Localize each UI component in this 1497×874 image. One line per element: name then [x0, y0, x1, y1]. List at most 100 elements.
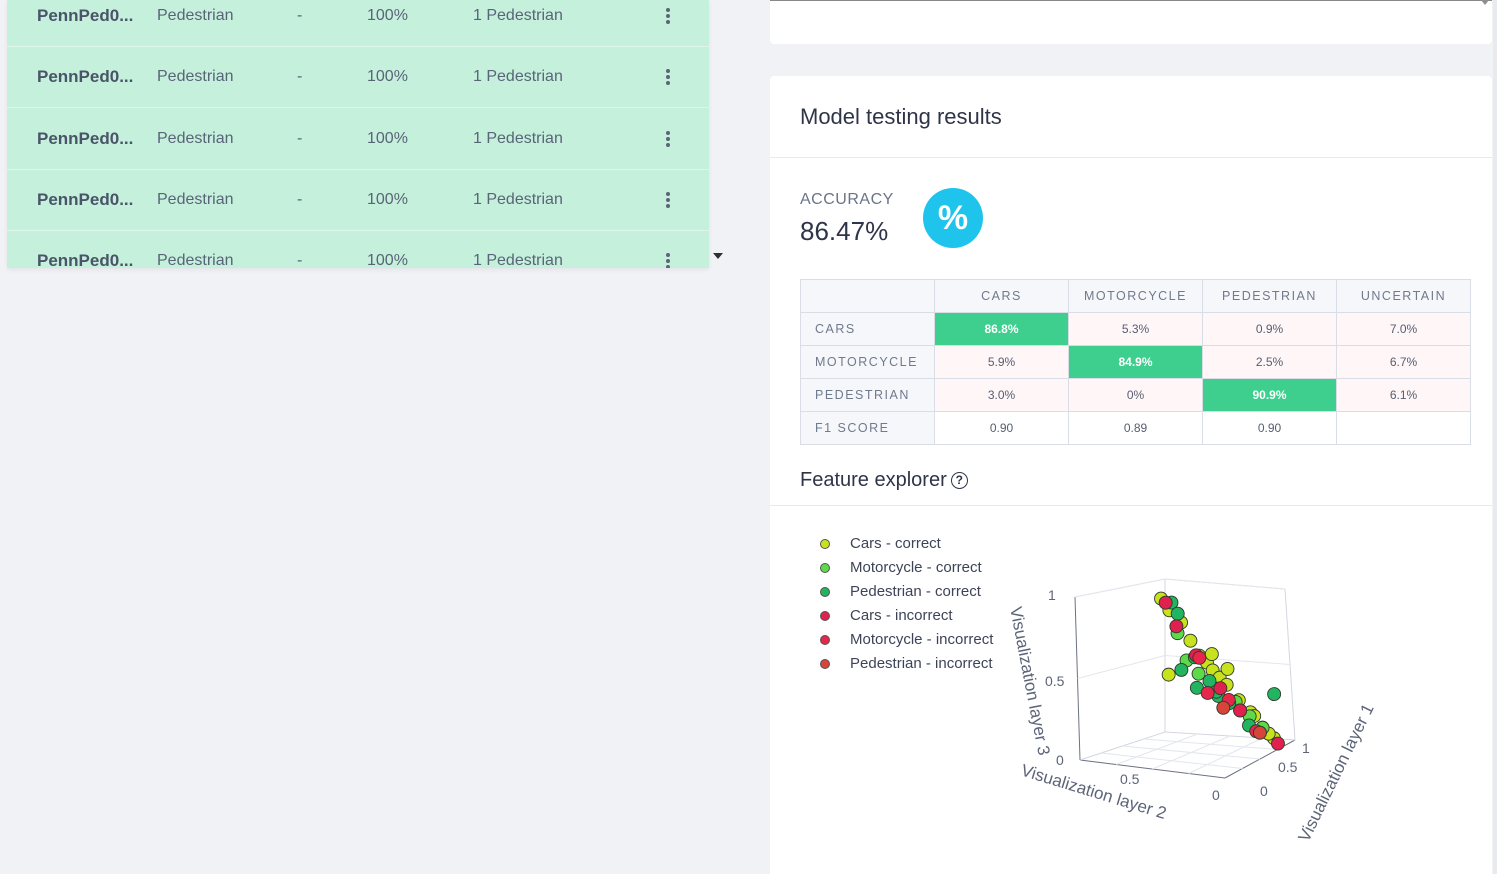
- matrix-row-header: MOTORCYCLE: [800, 345, 935, 379]
- scatter-point[interactable]: [1170, 606, 1185, 621]
- scatter-point[interactable]: [1252, 725, 1267, 740]
- matrix-cell: 5.3%: [1068, 312, 1203, 346]
- percent-icon: %: [923, 188, 983, 248]
- table-row[interactable]: PennPed0... Pedestrian - 100% 1 Pedestrian: [7, 230, 709, 268]
- sample-label: Pedestrian: [157, 7, 234, 24]
- sample-metadata: -: [297, 190, 303, 208]
- grid-line: [1122, 745, 1261, 760]
- matrix-cell: 5.9%: [934, 345, 1069, 379]
- divider: [770, 157, 1492, 158]
- matrix-cell: 3.0%: [934, 378, 1069, 412]
- sample-accuracy: 100%: [367, 252, 408, 268]
- legend-item[interactable]: Cars - correct: [820, 534, 993, 558]
- matrix-cell: 86.8%: [934, 312, 1069, 346]
- table-row[interactable]: PennPed0... Pedestrian - 100% 1 Pedestrian: [7, 169, 709, 231]
- legend-marker-icon: [820, 539, 830, 549]
- row-menu-icon[interactable]: [663, 230, 673, 268]
- sample-metadata: -: [297, 68, 303, 86]
- matrix-row-header: CARS: [800, 312, 935, 346]
- matrix-cell: 0.9%: [1202, 312, 1337, 346]
- sample-name: PennPed0...: [37, 251, 134, 268]
- matrix-col-header: UNCERTAIN: [1336, 279, 1471, 313]
- page-scrollbar[interactable]: [1493, 0, 1497, 874]
- matrix-cell: 0%: [1068, 378, 1203, 412]
- scatter-point[interactable]: [1216, 700, 1231, 715]
- legend-label: Cars - correct: [850, 535, 941, 552]
- accuracy-label: ACCURACY: [800, 191, 894, 208]
- matrix-cell: 84.9%: [1068, 345, 1203, 379]
- sample-result: 1 Pedestrian: [473, 252, 563, 268]
- scatter-point[interactable]: [1270, 736, 1285, 751]
- matrix-cell: 2.5%: [1202, 345, 1337, 379]
- sample-name: PennPed0...: [37, 189, 134, 209]
- sample-result: 1 Pedestrian: [473, 68, 563, 86]
- x-axis-title: Visualization layer 1: [1295, 701, 1378, 845]
- matrix-col-header: MOTORCYCLE: [1068, 279, 1203, 313]
- matrix-cell: 6.1%: [1336, 378, 1471, 412]
- f1-row-header: F1 SCORE: [800, 411, 935, 445]
- table-row[interactable]: PennPed0... Pedestrian - 100% 1 Pedestrian: [7, 0, 709, 47]
- sample-result: 1 Pedestrian: [473, 129, 563, 147]
- help-icon[interactable]: ?: [950, 472, 968, 489]
- scatter-point[interactable]: [1169, 619, 1184, 634]
- confusion-matrix: CARS MOTORCYCLE PEDESTRIAN UNCERTAIN CAR…: [800, 279, 1471, 445]
- sample-metadata: -: [297, 129, 303, 147]
- scatter-point[interactable]: [1174, 662, 1189, 677]
- scatter-point[interactable]: [1233, 703, 1248, 718]
- panel-title: Model testing results: [800, 104, 1002, 129]
- samples-table: PennPed0... Pedestrian -100% 1 Pedestrian Pe…: [7, 0, 709, 268]
- scatter-point[interactable]: [1158, 595, 1173, 610]
- table-row[interactable]: PennPed0... Pedestrian - 100% 1 Pedestrian: [7, 108, 709, 170]
- feature-3d-scatter[interactable]: 00.5100.500.51Visualization layer 2Visua…: [770, 560, 1410, 860]
- matrix-col-header: CARS: [934, 279, 1069, 313]
- scatter-point[interactable]: [1183, 633, 1198, 648]
- grid-line: [1077, 655, 1166, 679]
- dataset-panel: PennPed0... Pedestrian -100% 1 Pedestrian Pe…: [0, 0, 770, 874]
- sample-label: Pedestrian: [157, 129, 234, 147]
- divider: [770, 505, 1492, 506]
- sample-accuracy: 100%: [367, 68, 408, 86]
- z-tick-label: 0.5: [1045, 673, 1065, 689]
- sample-accuracy: 100%: [367, 190, 408, 208]
- sample-result: 1 Pedestrian: [473, 190, 563, 208]
- scatter-point[interactable]: [1192, 650, 1207, 665]
- scatter-point[interactable]: [1213, 681, 1228, 696]
- matrix-cell: 7.0%: [1336, 312, 1471, 346]
- scatter-point[interactable]: [1220, 661, 1235, 676]
- scatter-point[interactable]: [1161, 667, 1176, 682]
- sample-label: Pedestrian: [157, 190, 234, 208]
- matrix-corner: [800, 279, 935, 313]
- scatter-point[interactable]: [1200, 686, 1215, 700]
- f1-cell: 0.89: [1068, 411, 1203, 445]
- sample-label: Pedestrian: [157, 252, 234, 268]
- matrix-cell: 90.9%: [1202, 378, 1337, 412]
- sample-label: Pedestrian: [157, 68, 234, 86]
- f1-cell: 0.90: [934, 411, 1069, 445]
- sample-accuracy: 100%: [367, 7, 408, 24]
- sample-accuracy: 100%: [367, 129, 408, 147]
- grid-line: [1164, 578, 1286, 590]
- grid-line: [1074, 578, 1166, 598]
- y-tick-label: 0: [1212, 787, 1220, 803]
- f1-cell: 0.90: [1202, 411, 1337, 445]
- y-axis-title: Visualization layer 2: [1019, 761, 1169, 823]
- sample-metadata: -: [297, 7, 303, 24]
- sample-result: 1 Pedestrian: [473, 7, 563, 24]
- feature-explorer-label: Feature explorer: [800, 469, 947, 491]
- scatter-point[interactable]: [1267, 687, 1282, 702]
- scatter-point[interactable]: [1204, 647, 1219, 662]
- z-tick-label: 0: [1056, 752, 1064, 768]
- feature-explorer-title: Feature explorer?: [800, 469, 968, 492]
- matrix-cell: 6.7%: [1336, 345, 1471, 379]
- scroll-down-icon[interactable]: [713, 253, 723, 259]
- sample-name: PennPed0...: [37, 67, 134, 87]
- table-row[interactable]: PennPed0... Pedestrian - 100% 1 Pedestrian: [7, 46, 709, 109]
- f1-cell: [1336, 411, 1471, 445]
- sample-name: PennPed0...: [37, 6, 134, 25]
- y-tick-label: 0.5: [1120, 771, 1140, 787]
- scroll-up-icon[interactable]: [1481, 0, 1489, 5]
- accuracy-value: 86.47%: [800, 216, 889, 246]
- matrix-col-header: PEDESTRIAN: [1202, 279, 1337, 313]
- matrix-row-header: PEDESTRIAN: [800, 378, 935, 412]
- x-tick-label: 1: [1302, 740, 1310, 756]
